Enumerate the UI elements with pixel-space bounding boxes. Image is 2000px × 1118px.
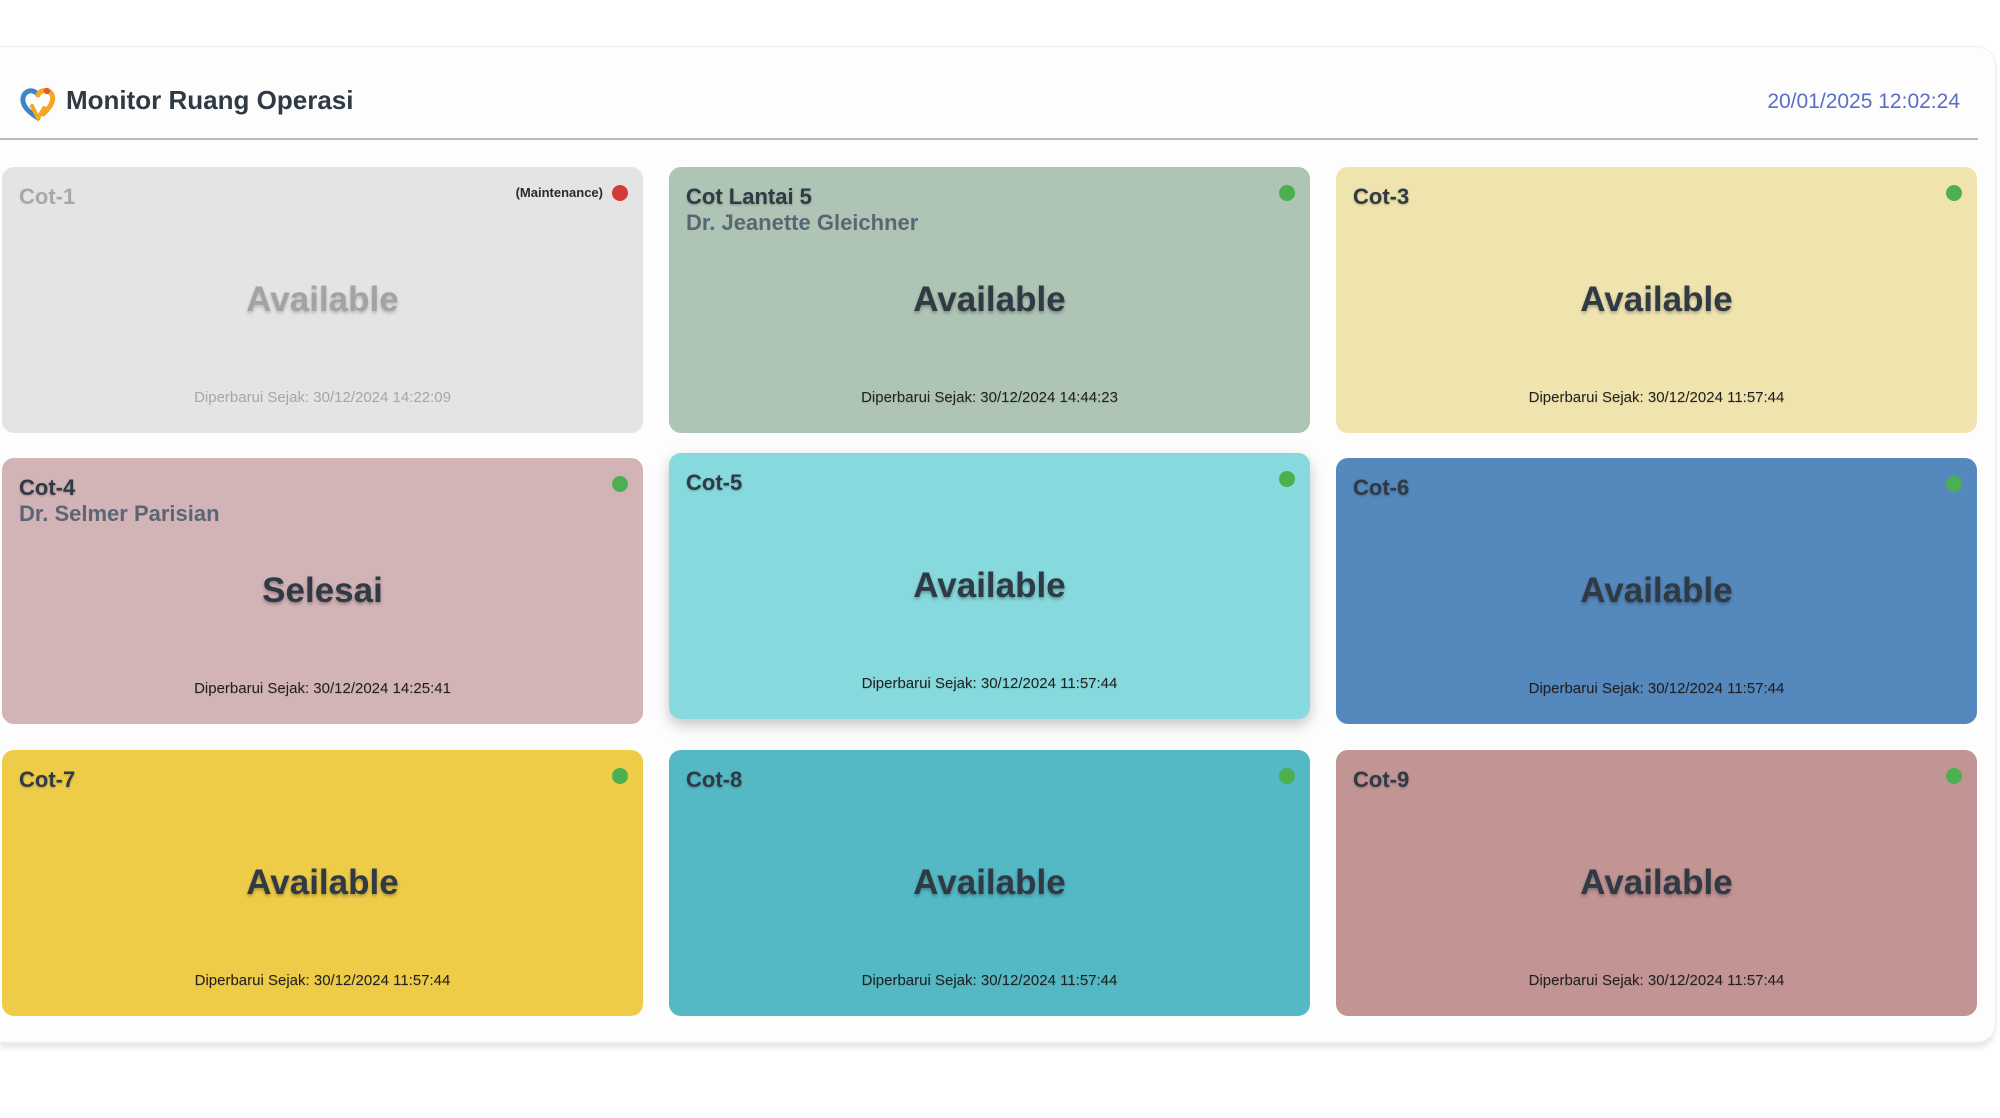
room-name: Cot-6 bbox=[1353, 475, 1410, 500]
doctor-name: Dr. Jeanette Gleichner bbox=[686, 210, 919, 235]
doctor-name: Dr. Selmer Parisian bbox=[19, 501, 220, 526]
room-name: Cot-9 bbox=[1353, 767, 1410, 792]
status-indicator-icon bbox=[1279, 471, 1295, 487]
room-card-cot-6[interactable]: Cot-6 Available Diperbarui Sejak: 30/12/… bbox=[1336, 458, 1977, 724]
current-datetime: 20/01/2025 12:02:24 bbox=[1767, 90, 1960, 113]
maintenance-note: (Maintenance) bbox=[515, 185, 603, 200]
app-logo-icon bbox=[20, 87, 56, 122]
room-status: Available bbox=[913, 863, 1066, 902]
status-indicator-icon bbox=[1946, 768, 1962, 784]
room-status: Available bbox=[1580, 280, 1733, 319]
room-card-cot-5[interactable]: Cot-5 Available Diperbarui Sejak: 30/12/… bbox=[669, 453, 1310, 719]
room-name: Cot-3 bbox=[1353, 184, 1410, 209]
last-updated: Diperbarui Sejak: 30/12/2024 11:57:44 bbox=[1528, 680, 1785, 697]
status-indicator-icon bbox=[1279, 185, 1295, 201]
room-card-cot-3[interactable]: Cot-3 Available Diperbarui Sejak: 30/12/… bbox=[1336, 167, 1977, 433]
last-updated: Diperbarui Sejak: 30/12/2024 14:25:41 bbox=[194, 680, 451, 697]
status-indicator-icon bbox=[1946, 185, 1962, 201]
last-updated: Diperbarui Sejak: 30/12/2024 14:22:09 bbox=[194, 389, 451, 406]
room-card-cot-7[interactable]: Cot-7 Available Diperbarui Sejak: 30/12/… bbox=[2, 750, 643, 1016]
last-updated: Diperbarui Sejak: 30/12/2024 11:57:44 bbox=[194, 972, 451, 989]
page-title: Monitor Ruang Operasi bbox=[66, 85, 354, 115]
last-updated: Diperbarui Sejak: 30/12/2024 11:57:44 bbox=[1528, 972, 1785, 989]
room-status: Available bbox=[913, 280, 1066, 319]
monitor-panel: Monitor Ruang Operasi 20/01/2025 12:02:2… bbox=[0, 47, 1995, 1042]
room-status: Available bbox=[1580, 571, 1733, 610]
header: Monitor Ruang Operasi 20/01/2025 12:02:2… bbox=[0, 47, 1978, 140]
room-name: Cot-1 bbox=[19, 184, 76, 209]
room-card-cot-1[interactable]: Cot-1 (Maintenance) Available Diperbarui… bbox=[2, 167, 643, 433]
room-name: Cot-8 bbox=[686, 767, 743, 792]
last-updated: Diperbarui Sejak: 30/12/2024 11:57:44 bbox=[861, 972, 1118, 989]
status-indicator-icon bbox=[1279, 768, 1295, 784]
last-updated: Diperbarui Sejak: 30/12/2024 11:57:44 bbox=[1528, 389, 1785, 406]
status-indicator-icon bbox=[612, 185, 628, 201]
room-card-cot-9[interactable]: Cot-9 Available Diperbarui Sejak: 30/12/… bbox=[1336, 750, 1977, 1016]
room-card-cot-8[interactable]: Cot-8 Available Diperbarui Sejak: 30/12/… bbox=[669, 750, 1310, 1016]
room-name: Cot-5 bbox=[686, 470, 743, 495]
room-status: Available bbox=[913, 566, 1066, 605]
room-status: Available bbox=[246, 863, 399, 902]
room-status: Selesai bbox=[262, 571, 383, 610]
room-card-cot-4[interactable]: Cot-4 Dr. Selmer Parisian Selesai Diperb… bbox=[2, 458, 643, 724]
room-name: Cot Lantai 5 bbox=[686, 184, 812, 209]
status-indicator-icon bbox=[612, 768, 628, 784]
status-indicator-icon bbox=[1946, 476, 1962, 492]
last-updated: Diperbarui Sejak: 30/12/2024 14:44:23 bbox=[861, 389, 1118, 406]
room-name: Cot-4 bbox=[19, 475, 76, 500]
room-card-cot-lantai-5[interactable]: Cot Lantai 5 Dr. Jeanette Gleichner Avai… bbox=[669, 167, 1310, 433]
room-status: Available bbox=[246, 280, 399, 319]
last-updated: Diperbarui Sejak: 30/12/2024 11:57:44 bbox=[861, 675, 1118, 692]
room-status: Available bbox=[1580, 863, 1733, 902]
status-indicator-icon bbox=[612, 476, 628, 492]
room-name: Cot-7 bbox=[19, 767, 76, 792]
